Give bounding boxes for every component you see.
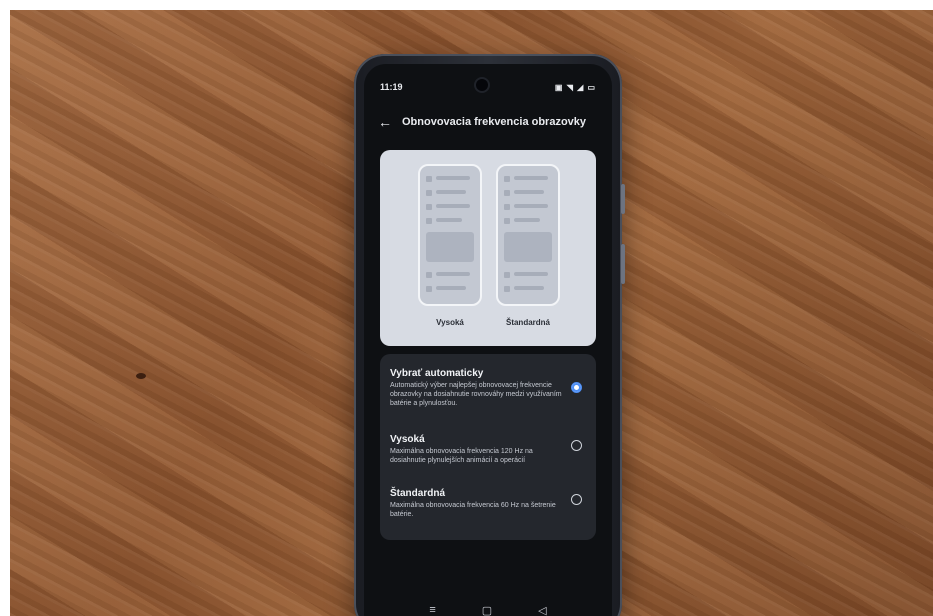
volume-button	[621, 184, 625, 214]
refresh-rate-preview: Vysoká Štandardná	[380, 150, 596, 346]
navigation-bar: ≡ ▢ ◁	[364, 604, 612, 616]
status-time: 11:19	[380, 82, 403, 92]
option-standard[interactable]: Štandardná Maximálna obnovovacia frekven…	[390, 488, 588, 519]
wooden-table-photo: 11:19 ▣ ◥ ◢ ▭ ← Obnovovacia frekvencia o…	[10, 10, 933, 616]
option-auto-description: Automatický výber najlepšej obnovovacej …	[390, 382, 562, 407]
status-icons: ▣ ◥ ◢ ▭	[554, 83, 596, 92]
app-bar: ← Obnovovacia frekvencia obrazovky	[378, 112, 602, 132]
preview-label-standard: Štandardná	[505, 318, 550, 327]
option-standard-description: Maximálna obnovovacia frekvencia 60 Hz n…	[390, 502, 556, 518]
back-icon[interactable]: ◁	[538, 604, 546, 616]
refresh-rate-options: Vybrať automaticky Automatický výber naj…	[380, 354, 596, 540]
option-high-description: Maximálna obnovovacia frekvencia 120 Hz …	[390, 448, 533, 464]
standard-preview-phone	[496, 164, 560, 306]
high-preview-phone	[418, 164, 482, 306]
option-auto-radio[interactable]	[571, 382, 582, 393]
option-high-radio[interactable]	[571, 440, 582, 451]
back-arrow-icon[interactable]: ←	[378, 114, 398, 130]
menu-icon[interactable]: ≡	[429, 604, 435, 616]
power-button	[621, 244, 625, 284]
option-high-title: Vysoká	[390, 434, 425, 445]
option-standard-radio[interactable]	[571, 494, 582, 505]
home-icon[interactable]: ▢	[482, 604, 492, 616]
option-standard-title: Štandardná	[390, 488, 446, 499]
option-auto[interactable]: Vybrať automaticky Automatický výber naj…	[390, 368, 588, 408]
preview-label-high: Vysoká	[436, 318, 464, 327]
wood-knot	[136, 373, 146, 379]
page-title: Obnovovacia frekvencia obrazovky	[402, 116, 587, 128]
phone-screen: 11:19 ▣ ◥ ◢ ▭ ← Obnovovacia frekvencia o…	[364, 64, 612, 616]
option-high[interactable]: Vysoká Maximálna obnovovacia frekvencia …	[390, 434, 588, 465]
status-bar: 11:19 ▣ ◥ ◢ ▭	[380, 82, 596, 96]
option-auto-title: Vybrať automaticky	[390, 368, 484, 379]
smartphone: 11:19 ▣ ◥ ◢ ▭ ← Obnovovacia frekvencia o…	[354, 54, 625, 616]
